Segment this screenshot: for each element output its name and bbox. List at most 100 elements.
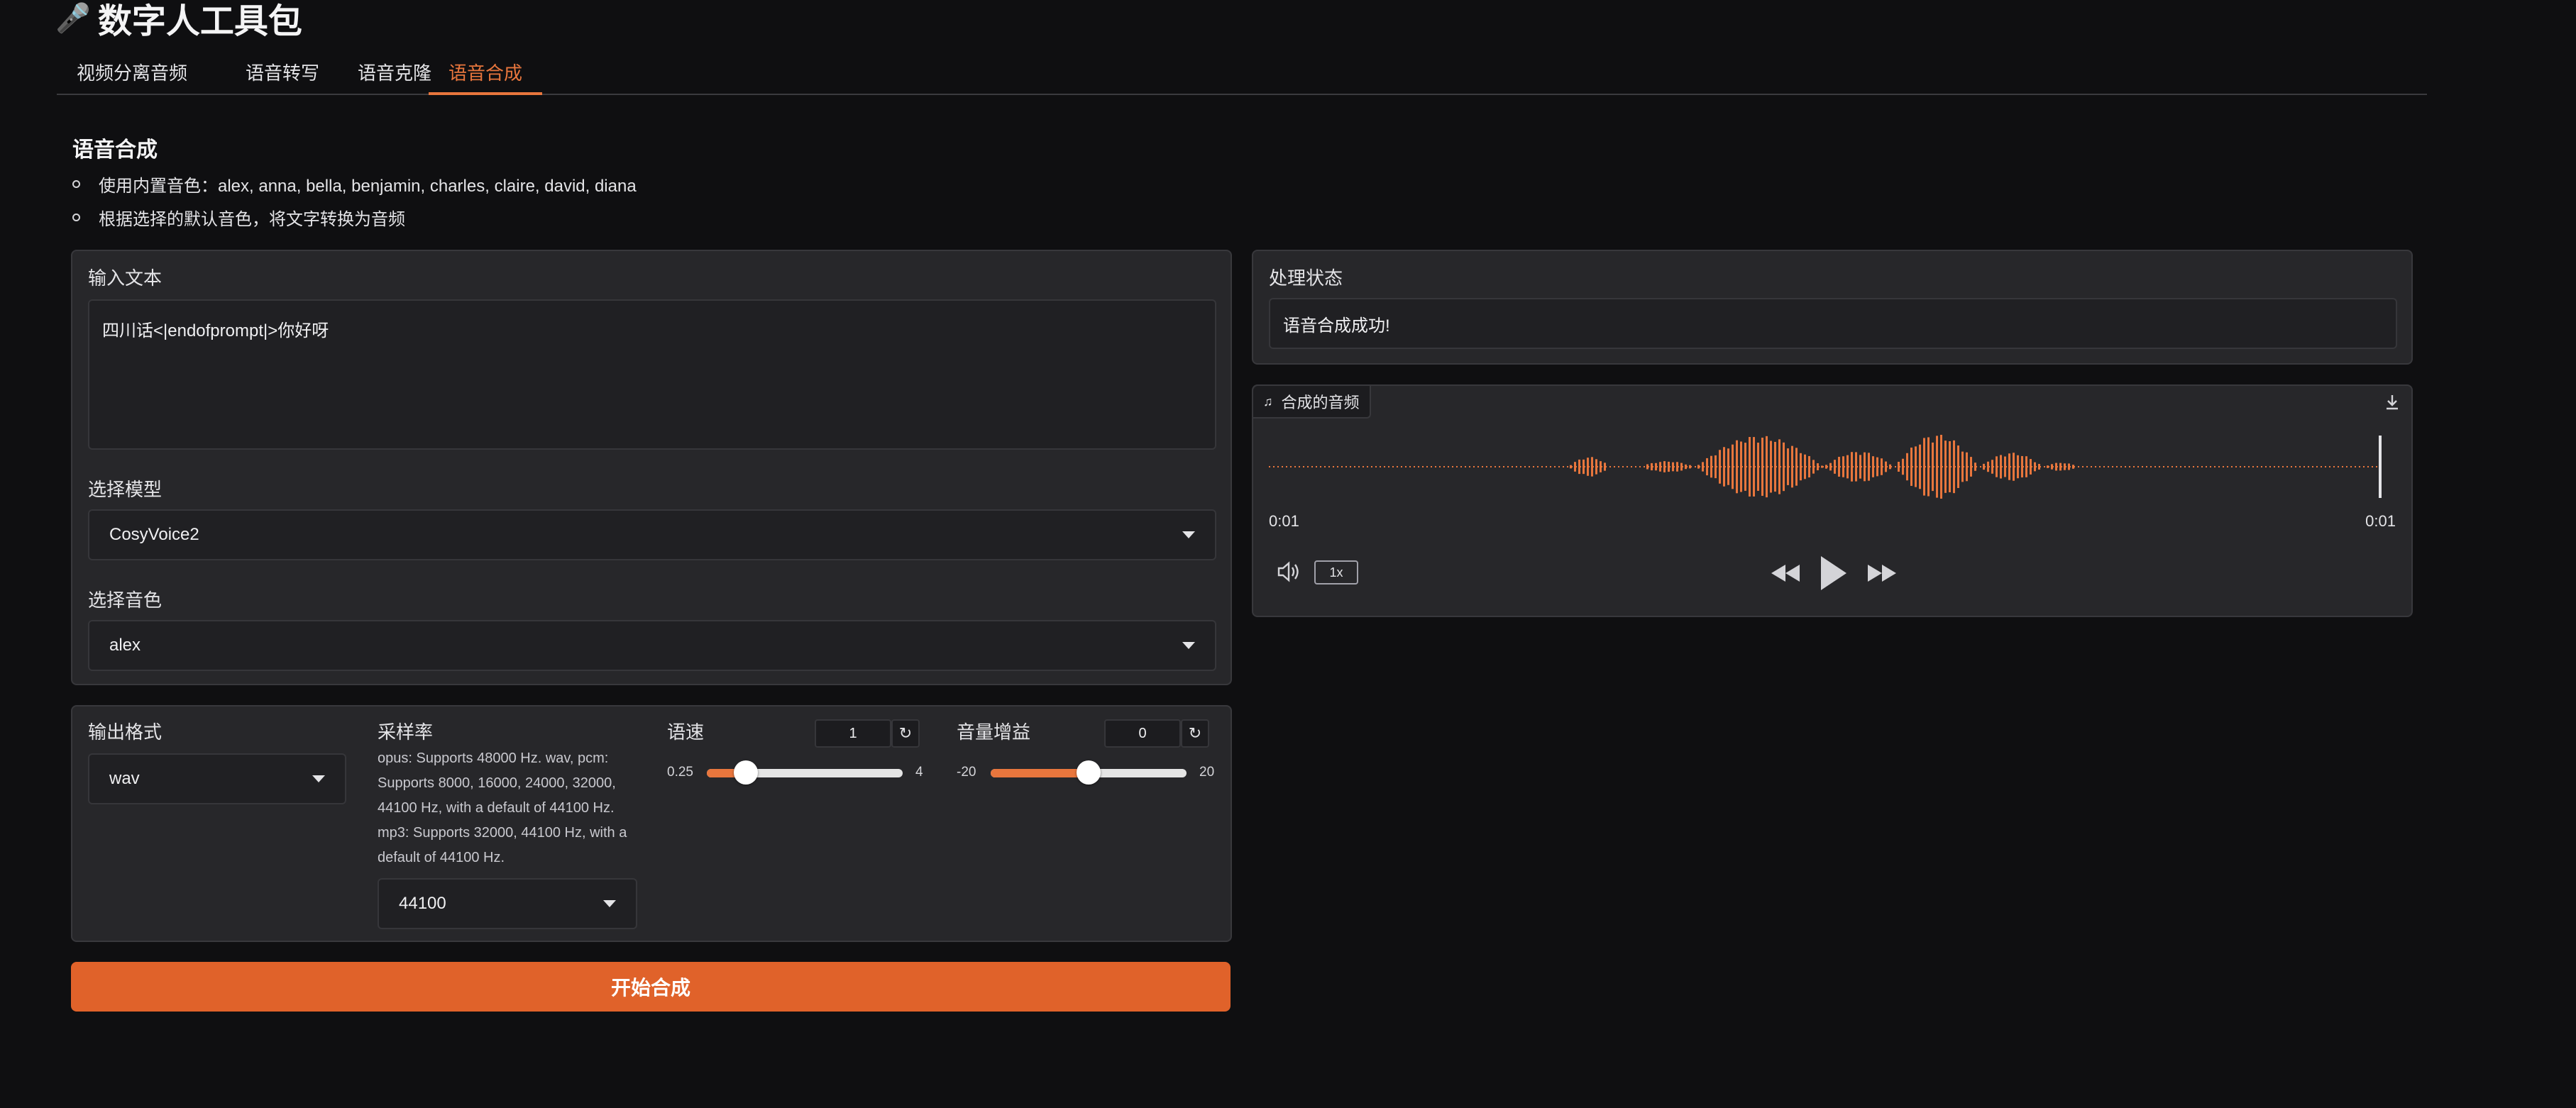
waveform-bar <box>2059 462 2062 471</box>
waveform-bar <box>1834 460 1836 474</box>
sample-rate-label: 采样率 <box>378 721 434 743</box>
speed-min-label: 0.25 <box>667 765 693 780</box>
tab-video-extract-audio[interactable]: 视频分离音频 <box>57 54 207 92</box>
speed-label: 语速 <box>667 721 705 743</box>
waveform-bar <box>1927 437 1930 497</box>
speed-input[interactable]: 1 <box>815 719 891 748</box>
app-title-text: 数字人工具包 <box>97 3 302 40</box>
waveform-bar <box>1838 457 1840 477</box>
sample-rate-select-value: 44100 <box>399 894 446 913</box>
list-item: 根据选择的默认音色，将文字转换为音频 <box>72 201 637 234</box>
gain-slider-thumb[interactable] <box>1077 760 1101 785</box>
waveform-bar <box>1846 455 1849 479</box>
waveform-bar <box>1757 443 1759 491</box>
waveform-bar <box>1910 447 1912 487</box>
gain-reset-icon[interactable]: ↻ <box>1181 719 1209 748</box>
chevron-down-icon <box>1182 531 1195 538</box>
waveform-bar <box>1859 455 1861 479</box>
model-select[interactable]: CosyVoice2 <box>88 509 1216 560</box>
chevron-down-icon <box>1182 642 1195 649</box>
speed-slider[interactable] <box>707 760 903 785</box>
waveform-bar <box>1676 462 1678 472</box>
waveform-bar <box>1719 450 1721 484</box>
text-input[interactable]: 四川话<|endofprompt|>你好呀 <box>88 299 1216 450</box>
gain-input[interactable]: 0 <box>1104 719 1181 748</box>
gain-max-label: 20 <box>1199 765 1215 780</box>
waveform-bar <box>1825 465 1827 469</box>
waveform-bar <box>1595 459 1597 475</box>
waveform-bar <box>1778 439 1780 494</box>
waveform-bar <box>1885 461 1887 472</box>
volume-icon[interactable] <box>1275 558 1303 586</box>
model-select-value: CosyVoice2 <box>109 525 199 544</box>
waveform-bar <box>1872 456 1874 477</box>
waveform-bar <box>1936 436 1938 498</box>
tab-bar: 视频分离音频 语音转写 语音克隆 语音合成 <box>57 54 2427 95</box>
speed-slider-thumb[interactable] <box>734 760 758 785</box>
sample-rate-select[interactable]: 44100 <box>378 878 637 929</box>
waveform-bar <box>2008 453 2010 480</box>
status-label: 处理状态 <box>1269 267 1343 289</box>
waveform-bar <box>1919 444 1921 489</box>
audio-waveform[interactable] <box>1269 426 2397 525</box>
waveform-bar <box>1655 462 1657 471</box>
waveform-bar <box>1949 441 1951 493</box>
chevron-down-icon <box>603 900 616 907</box>
rewind-icon[interactable] <box>1768 559 1802 587</box>
download-icon[interactable] <box>2382 392 2403 413</box>
waveform-bar <box>1761 437 1763 497</box>
bullet-icon <box>72 180 80 188</box>
waveform-bar <box>1570 465 1572 469</box>
waveform-bar <box>1732 444 1734 489</box>
gain-slider[interactable] <box>991 760 1187 785</box>
waveform-bar <box>1804 454 1806 480</box>
waveform-bar <box>2055 462 2057 471</box>
playback-rate-button[interactable]: 1x <box>1314 560 1358 585</box>
waveform-bar <box>2013 453 2015 481</box>
waveform-bar <box>1689 465 1691 469</box>
waveform-bar <box>1855 452 1857 482</box>
chevron-down-icon <box>312 775 325 782</box>
waveform-bar <box>2047 465 2049 468</box>
waveform-bar <box>1770 441 1772 493</box>
tab-speech-synthesis[interactable]: 语音合成 <box>429 54 543 95</box>
waveform-bar <box>1685 464 1687 470</box>
speed-reset-icon[interactable]: ↻ <box>891 719 920 748</box>
waveform-bar <box>1672 462 1674 472</box>
waveform-bar <box>1744 443 1746 491</box>
waveform-bar <box>1953 440 1955 494</box>
waveform-bar <box>2034 462 2036 472</box>
sample-rate-info: opus: Supports 48000 Hz. wav, pcm: Suppo… <box>378 750 627 865</box>
waveform-bar <box>1898 462 1900 472</box>
start-synthesis-button[interactable]: 开始合成 <box>71 962 1231 1012</box>
play-icon[interactable] <box>1818 553 1849 593</box>
waveform-bar <box>2004 456 2006 477</box>
waveform-bar <box>1940 434 1942 499</box>
waveform-bar <box>1574 462 1576 472</box>
waveform-bar <box>1791 445 1793 488</box>
waveform-bar <box>1842 456 1844 477</box>
tab-speech-transcribe[interactable]: 语音转写 <box>226 54 339 92</box>
gain-min-label: -20 <box>957 765 976 780</box>
waveform-bar <box>2064 463 2066 470</box>
waveform-bar <box>1710 455 1712 478</box>
voice-select[interactable]: alex <box>88 620 1216 671</box>
status-panel: 处理状态 语音合成成功! <box>1252 250 2413 365</box>
waveform-bar <box>1795 448 1798 486</box>
waveform-bar <box>1881 458 1883 475</box>
waveform-bar <box>1736 440 1738 494</box>
waveform-bar <box>1829 462 1832 471</box>
waveform-bar <box>1970 457 1972 477</box>
fast-forward-icon[interactable] <box>1865 559 1899 587</box>
waveform-bar <box>2025 456 2027 477</box>
waveform-bar <box>2038 463 2040 470</box>
format-select[interactable]: wav <box>88 753 346 804</box>
waveform-bar <box>1851 452 1853 482</box>
waveform-bar <box>1987 461 1989 472</box>
waveform-bar <box>1714 455 1717 479</box>
model-label: 选择模型 <box>88 479 163 500</box>
list-item: 使用内置音色：alex, anna, bella, benjamin, char… <box>72 167 637 201</box>
intro-bullets: 使用内置音色：alex, anna, bella, benjamin, char… <box>72 167 637 234</box>
playhead[interactable] <box>2379 436 2382 498</box>
waveform-bar <box>1749 437 1751 497</box>
